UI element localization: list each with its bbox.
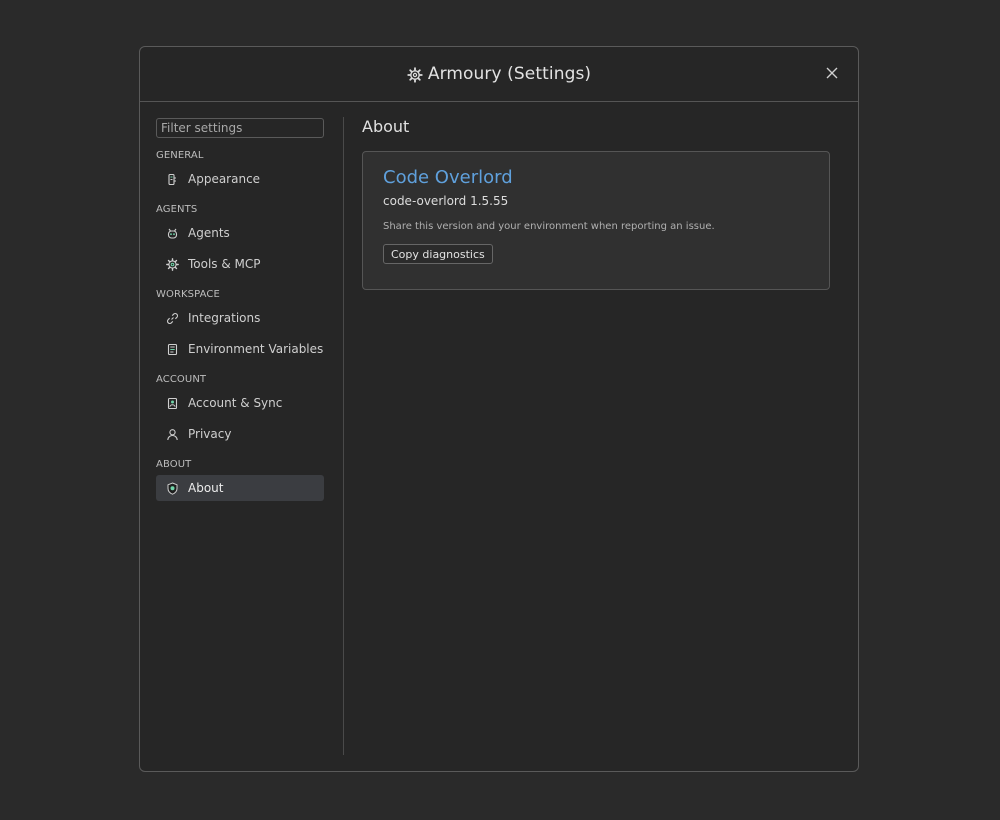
sidebar-item-label: Tools & MCP xyxy=(188,257,261,271)
palette-icon xyxy=(166,173,179,186)
sidebar-item-tools-mcp[interactable]: Tools & MCP xyxy=(156,251,324,277)
sidebar-item-label: Agents xyxy=(188,226,230,240)
sidebar-item-agents[interactable]: Agents xyxy=(156,220,324,246)
report-note: Share this version and your environment … xyxy=(383,221,715,232)
user-icon xyxy=(166,428,179,441)
robot-icon xyxy=(166,227,179,240)
settings-content: About Code Overlord code-overlord 1.5.55… xyxy=(362,117,830,290)
sidebar-item-label: Privacy xyxy=(188,427,232,441)
about-card: Code Overlord code-overlord 1.5.55 Share… xyxy=(362,151,830,290)
section-header-about: ABOUT xyxy=(156,459,192,470)
sidebar-item-account-sync[interactable]: Account & Sync xyxy=(156,390,324,416)
variables-icon xyxy=(166,343,179,356)
app-version: code-overlord 1.5.55 xyxy=(383,194,509,208)
sidebar-item-appearance[interactable]: Appearance xyxy=(156,166,324,192)
shield-icon xyxy=(166,481,179,495)
gear-icon xyxy=(166,257,179,271)
title-bar: Armoury (Settings) xyxy=(140,47,858,102)
dialog-title-wrap: Armoury (Settings) xyxy=(407,64,591,84)
settings-sidebar: GENERAL Appearance AGENTS xyxy=(156,117,324,755)
filter-settings-input[interactable] xyxy=(156,118,324,138)
copy-diagnostics-button[interactable]: Copy diagnostics xyxy=(383,244,493,264)
close-icon xyxy=(826,67,838,79)
settings-dialog: Armoury (Settings) GENERAL Appearance xyxy=(139,46,859,772)
section-header-agents: AGENTS xyxy=(156,204,198,215)
sidebar-divider xyxy=(343,117,344,755)
link-icon xyxy=(166,312,179,325)
gear-icon xyxy=(407,67,423,83)
sidebar-item-label: Account & Sync xyxy=(188,396,283,410)
sync-icon xyxy=(166,397,179,410)
app-name: Code Overlord xyxy=(383,167,513,188)
sidebar-item-about[interactable]: About xyxy=(156,475,324,501)
sidebar-item-label: Appearance xyxy=(188,172,261,186)
sidebar-item-integrations[interactable]: Integrations xyxy=(156,305,324,331)
sidebar-item-label: Integrations xyxy=(188,311,261,325)
sidebar-item-environment-variables[interactable]: Environment Variables xyxy=(156,336,324,362)
sidebar-item-label: Environment Variables xyxy=(188,342,324,356)
sidebar-item-label: About xyxy=(188,481,224,495)
section-header-workspace: WORKSPACE xyxy=(156,289,220,300)
dialog-title: Armoury (Settings) xyxy=(427,64,592,84)
sidebar-item-privacy[interactable]: Privacy xyxy=(156,421,324,447)
close-button[interactable] xyxy=(824,65,840,81)
section-header-account: ACCOUNT xyxy=(156,374,207,385)
section-header-general: GENERAL xyxy=(156,150,204,161)
page-title: About xyxy=(362,117,410,136)
